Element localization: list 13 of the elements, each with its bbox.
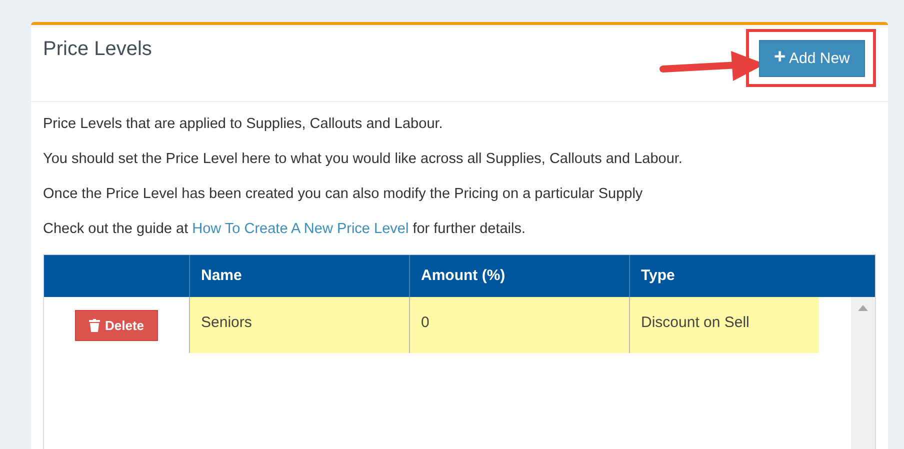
description-text: Once the Price Level has been created you can also modify the Pricing on a particular Supply [43,185,644,204]
scroll-up-icon[interactable] [858,305,868,311]
trash-icon [88,318,100,332]
table-cell: 0 [409,297,629,353]
panel-title: Price Levels [42,37,153,62]
delete-button[interactable]: Delete [74,310,158,340]
add-new-button[interactable]: + Add New [759,40,865,77]
table-cell: Seniors [189,297,409,353]
description-text: Price Levels that are applied to Supplies, Callouts and Labour. [43,115,444,134]
scrollbar[interactable] [851,297,875,449]
guide-link[interactable]: How To Create A New Price Level [192,221,409,237]
description-text: You should set the Price Level here to what you would like across all Supplies, Callouts and Labour. [43,150,684,169]
guide-text: Check out the guide at How To Create A New Price Level for further details. [43,220,527,239]
